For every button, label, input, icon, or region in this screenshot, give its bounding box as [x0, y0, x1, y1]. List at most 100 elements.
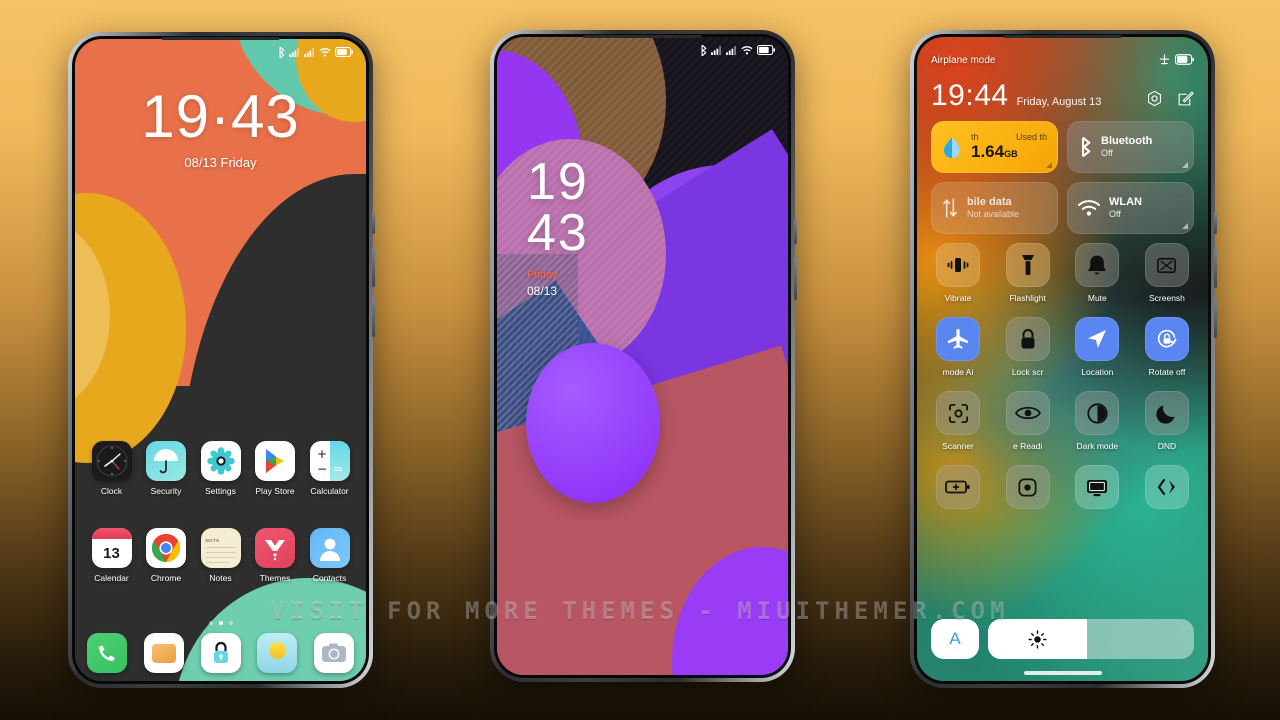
- app-label: Settings: [205, 486, 236, 496]
- data-drop-icon: [944, 137, 960, 158]
- tile-wlan[interactable]: WLAN Off: [1067, 182, 1194, 234]
- settings-gear-icon[interactable]: [1146, 90, 1163, 107]
- location-icon: [1075, 317, 1120, 361]
- cc-clock-time: 19:44: [931, 79, 1009, 112]
- page-dot[interactable]: [208, 621, 213, 625]
- toggle-cast[interactable]: [1066, 465, 1128, 515]
- page-dot-active[interactable]: [218, 621, 223, 625]
- bell-icon: [1075, 243, 1120, 287]
- app-label: Security: [150, 486, 182, 496]
- app-grid-row-2: 13 Calendar Chrome NOTE Notes Themes Con…: [75, 528, 366, 583]
- big-tiles: th Used th 1.64GB Bluetooth Off bile dat…: [931, 121, 1194, 234]
- tile-data-usage[interactable]: th Used th 1.64GB: [931, 121, 1058, 173]
- app-play-store[interactable]: Play Store: [251, 441, 300, 496]
- contacts-icon: [309, 528, 350, 568]
- airplane-mode-label: Airplane mode: [931, 55, 996, 66]
- battery-icon: [757, 45, 775, 55]
- tile-value: 1.64: [971, 142, 1005, 161]
- toggle-flashlight[interactable]: Flashlight: [997, 243, 1059, 303]
- chrome-icon: [146, 528, 186, 568]
- toggle-screenshot[interactable]: Screensh: [1136, 243, 1198, 303]
- app-label: Clock: [100, 486, 123, 496]
- home-gesture-bar[interactable]: [1023, 671, 1102, 675]
- svg-text:−: −: [316, 462, 326, 476]
- toggle-rotate[interactable]: Rotate off: [1136, 317, 1198, 377]
- app-label: Themes: [259, 573, 291, 583]
- tile-title: bile data: [967, 196, 1012, 208]
- signal-icon: [726, 45, 736, 55]
- rotate-lock-icon: [1144, 317, 1189, 361]
- app-label: Notes: [209, 573, 232, 583]
- toggle-airplane-mode[interactable]: mode Ai: [927, 317, 989, 377]
- bluetooth-icon: [1081, 137, 1091, 157]
- vibrate-icon: [936, 243, 980, 287]
- toggle-label: Lock scr: [1011, 367, 1044, 377]
- toggle-mute[interactable]: Mute: [1066, 243, 1128, 303]
- calendar-day: 13: [103, 545, 120, 562]
- app-themes[interactable]: Themes: [251, 528, 300, 583]
- screen-record-icon: [1005, 465, 1050, 509]
- toggle-screen-record[interactable]: [997, 465, 1059, 515]
- second-space-icon: [1144, 465, 1189, 509]
- brightness-slider[interactable]: [988, 619, 1194, 659]
- auto-brightness-button[interactable]: A: [931, 619, 979, 659]
- tile-sub: Off: [1101, 148, 1113, 159]
- app-calculator[interactable]: + − = Calculator: [305, 441, 354, 496]
- lock-icon[interactable]: [200, 633, 241, 673]
- app-label: Contacts: [312, 573, 347, 583]
- app-notes[interactable]: NOTE Notes: [196, 528, 245, 583]
- app-contacts[interactable]: Contacts: [305, 528, 354, 583]
- tile-bluetooth[interactable]: Bluetooth Off: [1067, 121, 1194, 173]
- app-security[interactable]: Security: [142, 441, 191, 496]
- brightness-slider-fill: [988, 619, 1087, 659]
- umbrella-icon: [146, 441, 186, 481]
- clock-weekday: Friday: [527, 268, 558, 281]
- scanner-icon: [936, 391, 980, 435]
- earpiece-speaker: [583, 35, 702, 38]
- toggle-row-3: Scanner e Readi Dark mode DND: [927, 391, 1198, 451]
- tile-mobile-data[interactable]: bile data Not available: [931, 182, 1058, 234]
- wifi-icon: [319, 47, 331, 57]
- svg-text:=: =: [332, 462, 342, 476]
- toggle-second-space[interactable]: [1136, 465, 1198, 515]
- contrast-icon: [1075, 391, 1120, 435]
- phone-device-1: 19·43 08/13 Friday Clock Security Settin…: [68, 32, 375, 688]
- app-chrome[interactable]: Chrome: [142, 528, 191, 583]
- page-dot[interactable]: [228, 621, 233, 625]
- phone-icon[interactable]: [87, 633, 127, 673]
- phone2-screen: 19 43 Friday 08/13: [497, 37, 788, 675]
- camera-icon[interactable]: [314, 633, 354, 673]
- sun-icon[interactable]: [257, 633, 298, 673]
- mobile-data-icon: [943, 198, 957, 218]
- play-store-icon: [255, 441, 295, 481]
- toggle-scanner[interactable]: Scanner: [927, 391, 989, 451]
- phone2-lockscreen-clock: 19 43 Friday 08/13: [527, 156, 589, 298]
- toggle-reading-mode[interactable]: e Readi: [997, 391, 1059, 451]
- toggle-dark-mode[interactable]: Dark mode: [1066, 391, 1128, 451]
- tile-unit: GB: [1004, 149, 1018, 159]
- battery-icon: [335, 47, 353, 57]
- bluetooth-icon: [701, 44, 707, 56]
- toggle-label: Flashlight: [1009, 293, 1046, 303]
- toggle-dnd[interactable]: DND: [1136, 391, 1198, 451]
- toggle-lock-screen[interactable]: Lock scr: [997, 317, 1059, 377]
- themes-icon: [255, 528, 295, 568]
- tile-sub-right: Used th: [1015, 132, 1047, 142]
- app-settings[interactable]: Settings: [196, 441, 245, 496]
- toggle-battery-saver[interactable]: [927, 465, 989, 515]
- clock-time: 19·43: [141, 83, 300, 150]
- edit-icon[interactable]: [1177, 90, 1194, 107]
- airplane-icon: [936, 317, 980, 361]
- tile-sub-left: th: [971, 132, 979, 142]
- gear-flower-icon: [200, 441, 241, 481]
- toggle-label: Location: [1081, 367, 1114, 377]
- toggle-row-4: [927, 465, 1198, 515]
- toggle-location[interactable]: Location: [1066, 317, 1128, 377]
- lock-icon: [1005, 317, 1050, 361]
- signal-icon: [304, 47, 314, 57]
- clock-minutes: 43: [527, 203, 589, 262]
- toggle-vibrate[interactable]: Vibrate: [927, 243, 989, 303]
- app-calendar[interactable]: 13 Calendar: [87, 528, 136, 583]
- app-clock[interactable]: Clock: [87, 441, 136, 496]
- gallery-icon[interactable]: [143, 633, 184, 673]
